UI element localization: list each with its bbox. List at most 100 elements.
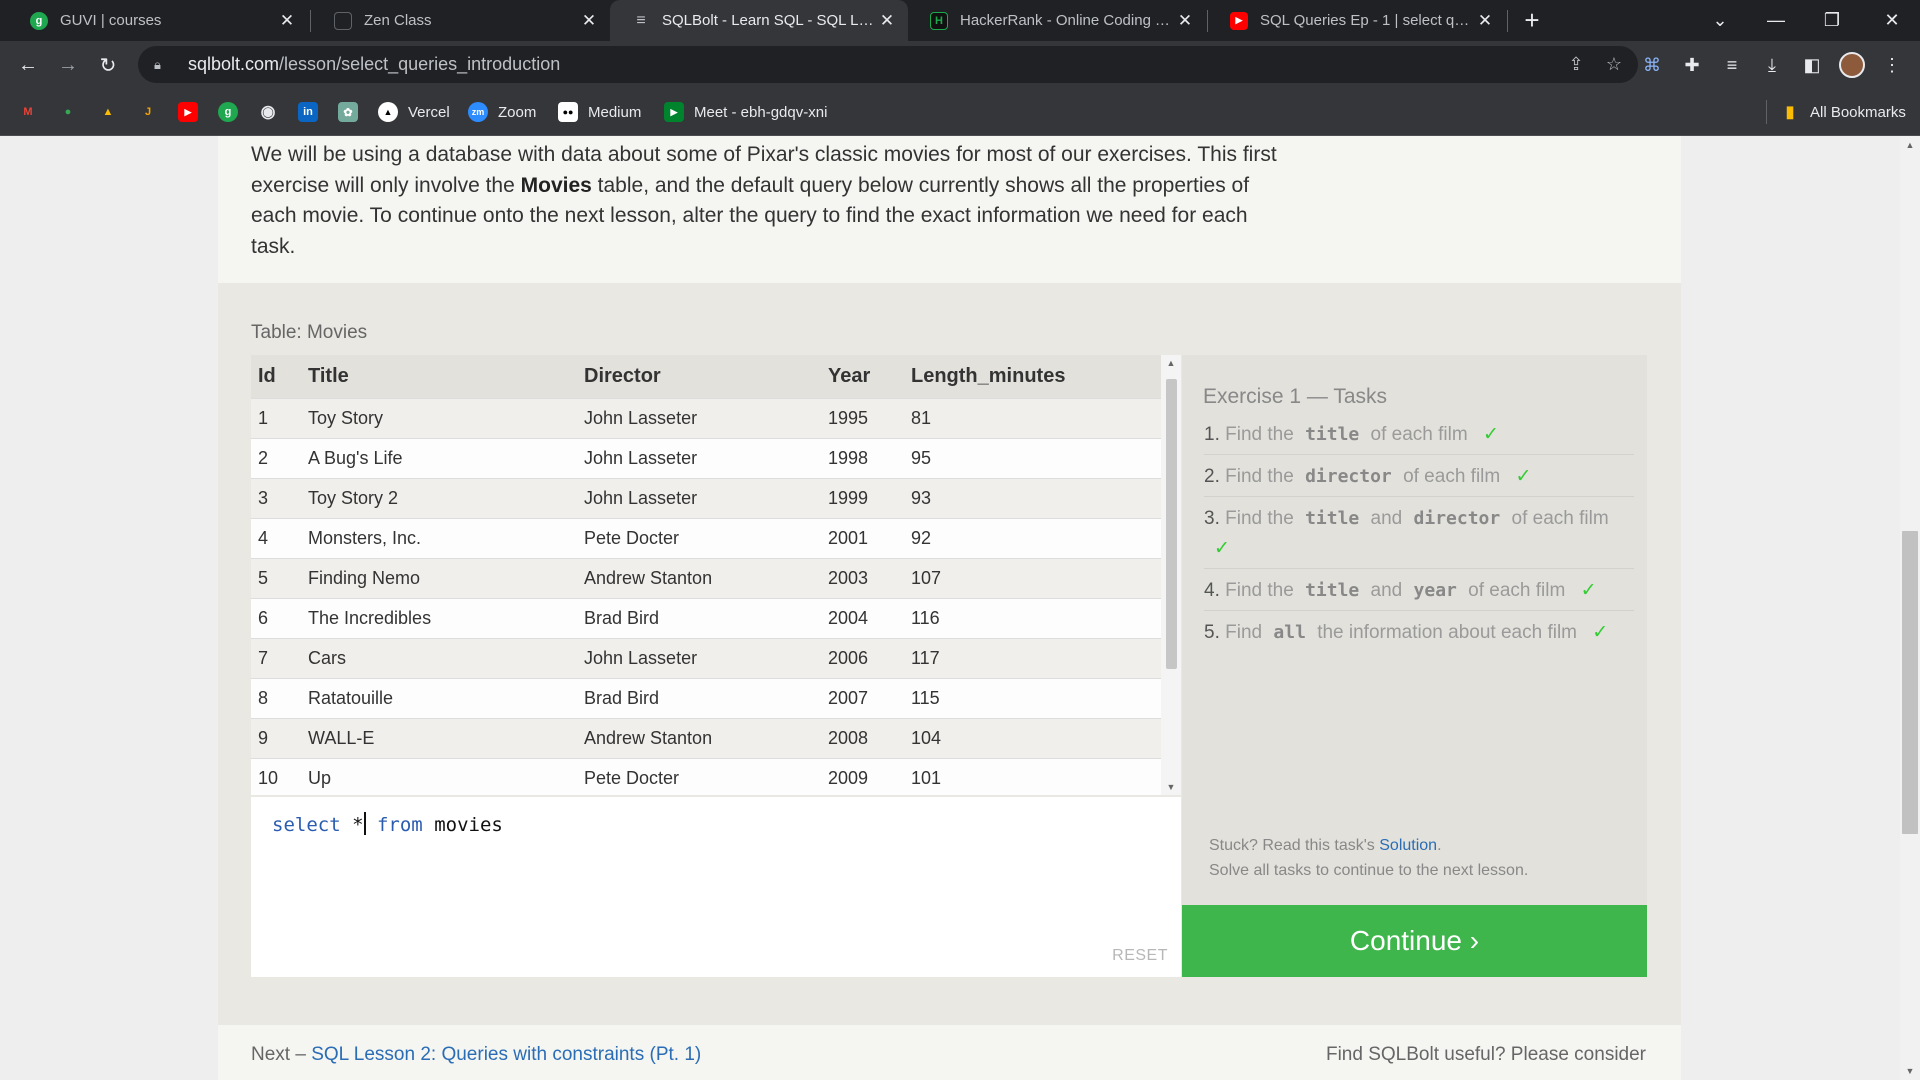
folder-icon: ▮ (1785, 104, 1795, 121)
column-header: Id (251, 355, 301, 398)
translate-icon[interactable]: ⌘ (1636, 49, 1668, 81)
table-cell: 2009 (821, 757, 904, 795)
table-cell: Cars (301, 637, 577, 678)
table-cell: Pete Docter (577, 757, 821, 795)
bookmark-maps[interactable]: ● (58, 100, 78, 124)
bookmark-drive[interactable]: ▲ (98, 100, 118, 124)
new-tab-button[interactable]: + (1504, 0, 1560, 41)
tab-zen-class[interactable]: Zen Class ✕ (312, 0, 610, 41)
support-text: Find SQLBolt useful? Please consider (1325, 1044, 1646, 1065)
all-bookmarks-label: All Bookmarks (1810, 103, 1906, 121)
chatgpt-icon: ✿ (338, 102, 358, 122)
close-window-icon[interactable]: ✕ (1864, 0, 1920, 41)
tab-strip: g GUVI | courses ✕ Zen Class ✕ ≡ SQLBolt… (0, 0, 1920, 41)
task-text: of each film (1370, 424, 1468, 445)
restore-icon[interactable]: ❐ (1804, 0, 1860, 41)
page-scrollbar-thumb[interactable] (1902, 531, 1918, 834)
back-icon[interactable]: ← (12, 49, 44, 81)
bookmark-youtube[interactable]: ▶ (178, 100, 198, 124)
solution-link[interactable]: Solution (1379, 837, 1437, 854)
close-tab-icon[interactable]: ✕ (1476, 11, 1494, 31)
task-column: all (1273, 622, 1306, 643)
minimize-icon[interactable]: — (1748, 0, 1804, 41)
table-cell: A Bug's Life (301, 437, 577, 478)
table-cell: 7 (251, 637, 301, 678)
column-header: Year (821, 355, 904, 398)
tab-title: GUVI | courses (60, 12, 162, 29)
task-column: title (1305, 424, 1360, 445)
table-cell: Andrew Stanton (577, 557, 821, 598)
close-tab-icon[interactable]: ✕ (278, 11, 296, 31)
bookmark-star-icon[interactable]: ☆ (1596, 46, 1632, 83)
reading-list-icon[interactable]: ≡ (1716, 49, 1748, 81)
tab-guvi[interactable]: g GUVI | courses ✕ (8, 0, 308, 41)
bookmark-medium[interactable]: ●● Medium (558, 100, 641, 124)
bookmark-vercel[interactable]: ▲ Vercel (378, 100, 450, 124)
column-header: Title (301, 355, 577, 398)
query-text[interactable]: select * from movies (272, 812, 503, 836)
table-cell: 8 (251, 677, 301, 718)
table-body: 1 Toy Story John Lasseter 1995 81 2 A Bug's Li… (251, 397, 1161, 795)
extensions-icon[interactable]: ✚ (1676, 49, 1708, 81)
table-scrollbar-thumb[interactable] (1166, 379, 1177, 669)
check-icon: ✓ (1515, 466, 1532, 487)
query-keyword: from (376, 814, 423, 836)
tab-sqlbolt[interactable]: ≡ SQLBolt - Learn SQL - SQL Lesson ✕ (610, 0, 908, 41)
check-icon: ✓ (1580, 580, 1597, 601)
task-column: director (1413, 508, 1501, 529)
close-tab-icon[interactable]: ✕ (878, 11, 896, 31)
close-tab-icon[interactable]: ✕ (580, 11, 598, 31)
close-tab-icon[interactable]: ✕ (1176, 11, 1194, 31)
scroll-down-icon[interactable]: ▼ (1904, 1066, 1916, 1076)
bookmark-github[interactable]: ◉ (258, 100, 278, 124)
scroll-down-icon[interactable]: ▼ (1165, 782, 1177, 792)
query-editor[interactable]: select * from movies RESET (251, 797, 1181, 977)
tab-search-icon[interactable]: ⌄ (1692, 0, 1748, 41)
table-cell: Up (301, 757, 577, 795)
database-favicon-icon: ≡ (636, 11, 646, 29)
reload-icon[interactable]: ↻ (92, 49, 124, 81)
table-row: 1 Toy Story John Lasseter 1995 81 (251, 397, 1161, 438)
table-cell: 81 (904, 397, 1161, 438)
linkedin-icon: in (298, 102, 318, 122)
menu-icon[interactable]: ⋮ (1876, 49, 1908, 81)
task-text: Find the (1225, 580, 1294, 601)
avatar[interactable] (1836, 49, 1868, 81)
exercise-title: Exercise 1 — Tasks (1203, 385, 1388, 408)
bookmark-chatgpt[interactable]: ✿ (338, 100, 358, 124)
address-bar[interactable]: 🔒︎ sqlbolt.com/lesson/select_queries_int… (138, 46, 1638, 83)
tab-youtube-sql[interactable]: ▶ SQL Queries Ep - 1 | select queri ✕ (1208, 0, 1506, 41)
bookmark-gmail[interactable]: M (18, 100, 38, 124)
side-panel-icon[interactable]: ◧ (1796, 49, 1828, 81)
gmail-icon: M (23, 106, 33, 118)
all-bookmarks-button[interactable]: ▮ All Bookmarks (1780, 100, 1906, 124)
scroll-up-icon[interactable]: ▲ (1165, 358, 1177, 368)
table-row: 9 WALL-E Andrew Stanton 2008 104 (251, 717, 1161, 758)
page-scrollbar[interactable]: ▲ ▼ (1900, 136, 1920, 1080)
table-scrollbar[interactable]: ▲ ▼ (1161, 355, 1181, 795)
vercel-icon: ▲ (378, 102, 398, 122)
continue-button[interactable]: Continue › (1182, 905, 1647, 977)
download-icon[interactable]: ⤓ (1756, 49, 1788, 81)
next-lesson-link[interactable]: SQL Lesson 2: Queries with constraints (… (311, 1044, 701, 1065)
table-cell: Ratatouille (301, 677, 577, 718)
forward-icon[interactable]: → (52, 49, 84, 81)
browser-toolbar: ← → ↻ 🔒︎ sqlbolt.com/lesson/select_queri… (0, 41, 1920, 88)
tasks-panel: Exercise 1 — Tasks 1. Find the title of … (1182, 355, 1647, 905)
bookmark-meet[interactable]: ▶ Meet - ebh-gdqv-xni (664, 100, 827, 124)
tab-title: SQLBolt - Learn SQL - SQL Lesson (662, 12, 878, 29)
bookmark-linkedin[interactable]: in (298, 100, 318, 124)
table-cell: 116 (904, 597, 1161, 638)
share-icon[interactable]: ⇪ (1558, 46, 1594, 83)
tab-title: Zen Class (364, 12, 432, 29)
reset-button[interactable]: RESET (1112, 947, 1168, 965)
query-columns: * (340, 814, 364, 836)
bookmark-orange[interactable]: J (138, 100, 158, 124)
table-caption: Table: Movies (251, 322, 368, 343)
bookmark-guvi[interactable]: g (218, 100, 238, 124)
bookmark-zoom[interactable]: zm Zoom (468, 100, 536, 124)
tab-hackerrank[interactable]: H HackerRank - Online Coding Tes ✕ (908, 0, 1206, 41)
bookmark-label: Medium (588, 103, 642, 121)
results-table-container[interactable]: Id Title Director Year Length_minutes 1T… (251, 355, 1181, 795)
scroll-up-icon[interactable]: ▲ (1904, 140, 1916, 150)
